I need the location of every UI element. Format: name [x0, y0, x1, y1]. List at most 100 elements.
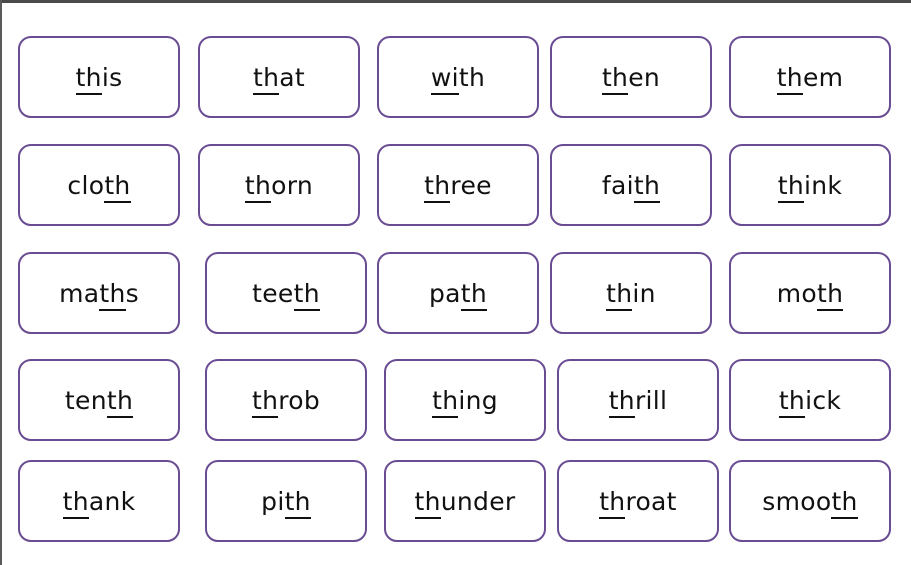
word-segment: orn: [271, 170, 314, 200]
underlined-digraph: th: [599, 486, 626, 519]
word-card-thick: thick: [729, 359, 891, 441]
word-card-three: three: [377, 144, 539, 226]
underlined-digraph: th: [106, 385, 134, 418]
word-card-with: with: [377, 36, 539, 118]
word-card-maths: maths: [18, 252, 180, 334]
word-segment: fai: [601, 170, 634, 200]
word-segment: ink: [804, 170, 843, 200]
word-card-thunder: thunder: [384, 460, 546, 542]
underlined-digraph: wi: [430, 62, 459, 95]
word-text: maths: [59, 278, 139, 311]
word-text: thunder: [414, 486, 516, 519]
word-segment: in: [632, 278, 656, 308]
word-card-faith: faith: [550, 144, 712, 226]
word-text: moth: [777, 278, 844, 311]
word-segment: pa: [428, 278, 461, 308]
word-text: this: [75, 62, 123, 95]
underlined-digraph: th: [776, 62, 803, 95]
word-card-thin: thin: [550, 252, 712, 334]
underlined-digraph: th: [432, 385, 459, 418]
word-text: thrill: [608, 385, 668, 418]
underlined-digraph: th: [460, 278, 488, 311]
word-text: throat: [599, 486, 677, 519]
word-segment: under: [440, 486, 516, 516]
word-text: with: [430, 62, 486, 95]
word-segment: pi: [261, 486, 285, 516]
word-segment: at: [279, 62, 305, 92]
word-text: teeth: [252, 278, 320, 311]
underlined-digraph: th: [251, 385, 279, 418]
word-card-thank: thank: [18, 460, 180, 542]
underlined-digraph: th: [778, 385, 806, 418]
word-card-thing: thing: [384, 359, 546, 441]
word-text: that: [253, 62, 305, 95]
word-segment: tee: [252, 278, 294, 308]
underlined-digraph: th: [608, 385, 635, 418]
word-card-smooth: smooth: [729, 460, 891, 542]
word-card-then: then: [550, 36, 712, 118]
underlined-digraph: th: [62, 486, 89, 519]
word-card-pith: pith: [205, 460, 367, 542]
word-text: smooth: [762, 486, 858, 519]
top-frame-border: [0, 0, 911, 3]
word-text: them: [776, 62, 844, 95]
underlined-digraph: th: [253, 62, 280, 95]
word-card-them: them: [729, 36, 891, 118]
word-card-throb: throb: [205, 359, 367, 441]
word-card-tenth: tenth: [18, 359, 180, 441]
word-text: thick: [778, 385, 842, 418]
word-text: tenth: [64, 385, 134, 418]
word-text: thing: [432, 385, 498, 418]
word-text: path: [428, 278, 488, 311]
word-card-think: think: [729, 144, 891, 226]
word-segment: em: [802, 62, 844, 92]
word-text: then: [601, 62, 660, 95]
word-segment: ank: [88, 486, 136, 516]
word-card-teeth: teeth: [205, 252, 367, 334]
word-card-throat: throat: [557, 460, 719, 542]
word-segment: s: [125, 278, 139, 308]
word-text: think: [777, 170, 843, 203]
word-card-thorn: thorn: [198, 144, 360, 226]
underlined-digraph: th: [424, 170, 451, 203]
word-segment: ma: [59, 278, 100, 308]
left-frame-border: [0, 0, 2, 565]
word-segment: smoo: [762, 486, 832, 516]
underlined-digraph: th: [284, 486, 311, 519]
word-text: faith: [601, 170, 661, 203]
word-text: pith: [261, 486, 311, 519]
underlined-digraph: th: [817, 278, 844, 311]
underlined-digraph: th: [606, 278, 633, 311]
word-segment: clo: [67, 170, 105, 200]
word-segment: rill: [634, 385, 668, 415]
word-text: throb: [251, 385, 321, 418]
word-text: thorn: [244, 170, 314, 203]
word-segment: ten: [64, 385, 107, 415]
underlined-digraph: th: [414, 486, 441, 519]
underlined-digraph: th: [104, 170, 131, 203]
underlined-digraph: th: [601, 62, 629, 95]
word-segment: ree: [450, 170, 492, 200]
word-segment: rob: [278, 385, 321, 415]
underlined-digraph: th: [75, 62, 102, 95]
word-card-that: that: [198, 36, 360, 118]
word-text: thin: [606, 278, 656, 311]
word-card-path: path: [377, 252, 539, 334]
underlined-digraph: th: [831, 486, 858, 519]
word-card-moth: moth: [729, 252, 891, 334]
word-text: cloth: [67, 170, 131, 203]
word-segment: roat: [625, 486, 677, 516]
word-card-cloth: cloth: [18, 144, 180, 226]
word-segment: ing: [458, 385, 498, 415]
word-segment: is: [101, 62, 123, 92]
underlined-digraph: th: [99, 278, 126, 311]
word-segment: ick: [805, 385, 842, 415]
word-card-thrill: thrill: [557, 359, 719, 441]
word-text: three: [424, 170, 492, 203]
underlined-digraph: th: [244, 170, 272, 203]
underlined-digraph: th: [633, 170, 661, 203]
word-text: thank: [62, 486, 136, 519]
word-segment: th: [458, 62, 486, 92]
underlined-digraph: th: [777, 170, 805, 203]
word-card-this: this: [18, 36, 180, 118]
